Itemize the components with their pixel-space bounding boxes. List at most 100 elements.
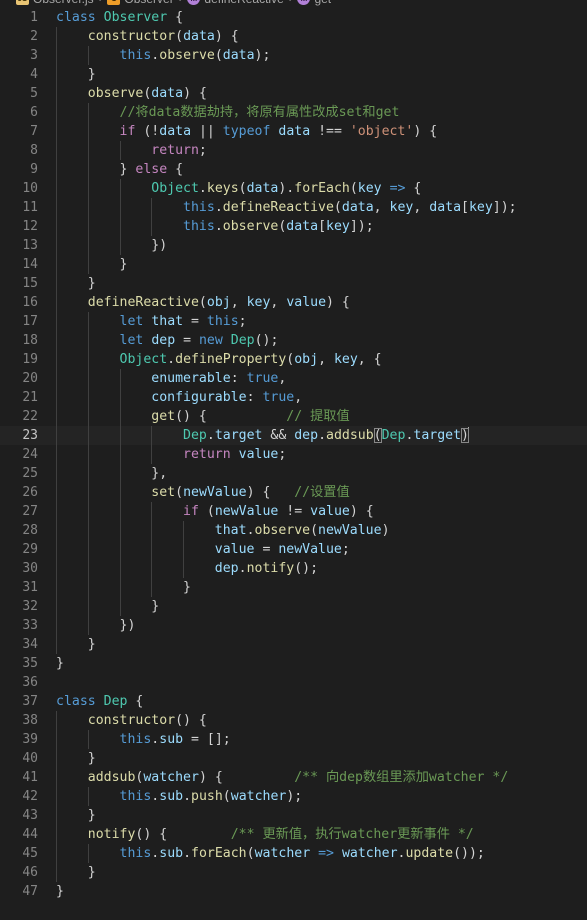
code-line[interactable]: 8 return; xyxy=(0,141,587,160)
code-line[interactable]: 16 defineReactive(obj, key, value) { xyxy=(0,293,587,312)
code-text[interactable]: //将data数据劫持，将原有属性改成set和get xyxy=(56,103,400,122)
code-text[interactable]: enumerable: true, xyxy=(56,369,286,388)
code-line[interactable]: 42 this.sub.push(watcher); xyxy=(0,787,587,806)
code-line[interactable]: 10 Object.keys(data).forEach(key => { xyxy=(0,179,587,198)
code-line[interactable]: 29 value = newValue; xyxy=(0,540,587,559)
code-text[interactable]: this.sub.forEach(watcher => watcher.upda… xyxy=(56,844,485,863)
code-line[interactable]: 32 } xyxy=(0,597,587,616)
code-line[interactable]: 25 }, xyxy=(0,464,587,483)
breadcrumb[interactable]: Observer.js › Observer › defineReactive … xyxy=(0,0,587,8)
code-line[interactable]: 24 return value; xyxy=(0,445,587,464)
code-text[interactable]: constructor(data) { xyxy=(56,27,239,46)
code-line[interactable]: 41 addsub(watcher) { /** 向dep数组里添加watche… xyxy=(0,768,587,787)
code-line[interactable]: 17 let that = this; xyxy=(0,312,587,331)
code-text[interactable]: this.observe(data[key]); xyxy=(56,217,374,236)
code-text[interactable]: } xyxy=(56,597,159,616)
breadcrumb-item-file[interactable]: Observer.js xyxy=(16,0,94,6)
code-text[interactable]: }) xyxy=(56,236,167,255)
code-line[interactable]: 20 enumerable: true, xyxy=(0,369,587,388)
code-text[interactable]: let dep = new Dep(); xyxy=(56,331,279,350)
code-text[interactable]: } xyxy=(56,635,96,654)
code-text[interactable]: defineReactive(obj, key, value) { xyxy=(56,293,350,312)
breadcrumb-item-class[interactable]: Observer xyxy=(107,0,174,6)
code-line[interactable]: 26 set(newValue) { //设置值 xyxy=(0,483,587,502)
code-line[interactable]: 19 Object.defineProperty(obj, key, { xyxy=(0,350,587,369)
code-text[interactable]: observe(data) { xyxy=(56,84,207,103)
code-content[interactable]: 1 class Observer {2 constructor(data) {3 … xyxy=(0,8,587,920)
code-line[interactable]: 33 }) xyxy=(0,616,587,635)
code-text[interactable]: this.sub = []; xyxy=(56,730,231,749)
code-text[interactable]: } xyxy=(56,749,96,768)
code-line[interactable]: 14 } xyxy=(0,255,587,274)
code-line[interactable]: 9 } else { xyxy=(0,160,587,179)
code-text[interactable]: } xyxy=(56,274,96,293)
code-text[interactable]: addsub(watcher) { /** 向dep数组里添加watcher *… xyxy=(56,768,509,787)
code-text[interactable]: } xyxy=(56,578,191,597)
code-text[interactable]: dep.notify(); xyxy=(56,559,318,578)
code-line[interactable]: 15 } xyxy=(0,274,587,293)
code-text[interactable]: that.observe(newValue) xyxy=(56,521,390,540)
code-text[interactable]: } xyxy=(56,806,96,825)
code-line[interactable]: 1 class Observer { xyxy=(0,8,587,27)
code-text[interactable]: let that = this; xyxy=(56,312,247,331)
code-text[interactable]: } xyxy=(56,654,64,673)
code-line[interactable]: 40 } xyxy=(0,749,587,768)
code-line[interactable]: 47} xyxy=(0,882,587,901)
code-text[interactable]: if (!data || typeof data !== 'object') { xyxy=(56,122,438,141)
code-text[interactable]: class Observer { xyxy=(56,8,183,27)
code-text[interactable]: } xyxy=(56,255,128,274)
code-line[interactable]: 12 this.observe(data[key]); xyxy=(0,217,587,236)
code-line[interactable]: 39 this.sub = []; xyxy=(0,730,587,749)
code-text[interactable]: Object.keys(data).forEach(key => { xyxy=(56,179,421,198)
code-line[interactable]: 37 class Dep { xyxy=(0,692,587,711)
code-text[interactable]: } xyxy=(56,882,64,901)
breadcrumb-item-method[interactable]: defineReactive xyxy=(187,0,284,6)
code-line[interactable]: 18 let dep = new Dep(); xyxy=(0,331,587,350)
code-text[interactable]: get() { // 提取值 xyxy=(56,407,349,426)
code-text[interactable]: Dep.target && dep.addsub(Dep.target) xyxy=(56,426,469,445)
code-text[interactable]: this.sub.push(watcher); xyxy=(56,787,303,806)
code-line[interactable]: 13 }) xyxy=(0,236,587,255)
code-text[interactable]: configurable: true, xyxy=(56,388,302,407)
code-line[interactable]: 30 dep.notify(); xyxy=(0,559,587,578)
code-text[interactable]: value = newValue; xyxy=(56,540,350,559)
code-text[interactable]: Object.defineProperty(obj, key, { xyxy=(56,350,382,369)
code-line[interactable]: 35} xyxy=(0,654,587,673)
code-text[interactable]: constructor() { xyxy=(56,711,207,730)
code-line[interactable]: 2 constructor(data) { xyxy=(0,27,587,46)
code-line[interactable]: 21 configurable: true, xyxy=(0,388,587,407)
code-line[interactable]: 4 } xyxy=(0,65,587,84)
code-editor[interactable]: Observer.js › Observer › defineReactive … xyxy=(0,0,587,920)
code-line[interactable]: 46 } xyxy=(0,863,587,882)
code-line[interactable]: 44 notify() { /** 更新值，执行watcher更新事件 */ xyxy=(0,825,587,844)
code-line[interactable]: 45 this.sub.forEach(watcher => watcher.u… xyxy=(0,844,587,863)
code-line[interactable]: 31 } xyxy=(0,578,587,597)
code-text[interactable]: return; xyxy=(56,141,207,160)
code-line[interactable]: 11 this.defineReactive(data, key, data[k… xyxy=(0,198,587,217)
code-text[interactable]: } else { xyxy=(56,160,184,179)
code-text[interactable]: }, xyxy=(56,464,167,483)
code-text[interactable]: set(newValue) { //设置值 xyxy=(56,483,349,502)
code-line[interactable]: 27 if (newValue != value) { xyxy=(0,502,587,521)
code-text[interactable]: this.defineReactive(data, key, data[key]… xyxy=(56,198,517,217)
code-text[interactable]: notify() { /** 更新值，执行watcher更新事件 */ xyxy=(56,825,474,844)
code-text[interactable]: } xyxy=(56,863,96,882)
code-text[interactable]: } xyxy=(56,65,96,84)
code-line[interactable]: 43 } xyxy=(0,806,587,825)
breadcrumb-item-accessor[interactable]: get xyxy=(297,0,331,6)
code-line[interactable]: 36 xyxy=(0,673,587,692)
code-text[interactable]: this.observe(data); xyxy=(56,46,271,65)
code-line[interactable]: 3 this.observe(data); xyxy=(0,46,587,65)
code-line[interactable]: 34 } xyxy=(0,635,587,654)
code-line[interactable]: 22 get() { // 提取值 xyxy=(0,407,587,426)
code-line[interactable]: 6 //将data数据劫持，将原有属性改成set和get xyxy=(0,103,587,122)
code-line[interactable]: 5 observe(data) { xyxy=(0,84,587,103)
code-text[interactable]: return value; xyxy=(56,445,286,464)
code-text[interactable]: class Dep { xyxy=(56,692,143,711)
code-line[interactable]: 38 constructor() { xyxy=(0,711,587,730)
code-line[interactable]: 28 that.observe(newValue) xyxy=(0,521,587,540)
code-text[interactable]: }) xyxy=(56,616,136,635)
code-line[interactable]: 23 Dep.target && dep.addsub(Dep.target) xyxy=(0,426,587,445)
code-text[interactable]: if (newValue != value) { xyxy=(56,502,374,521)
code-line[interactable]: 7 if (!data || typeof data !== 'object')… xyxy=(0,122,587,141)
